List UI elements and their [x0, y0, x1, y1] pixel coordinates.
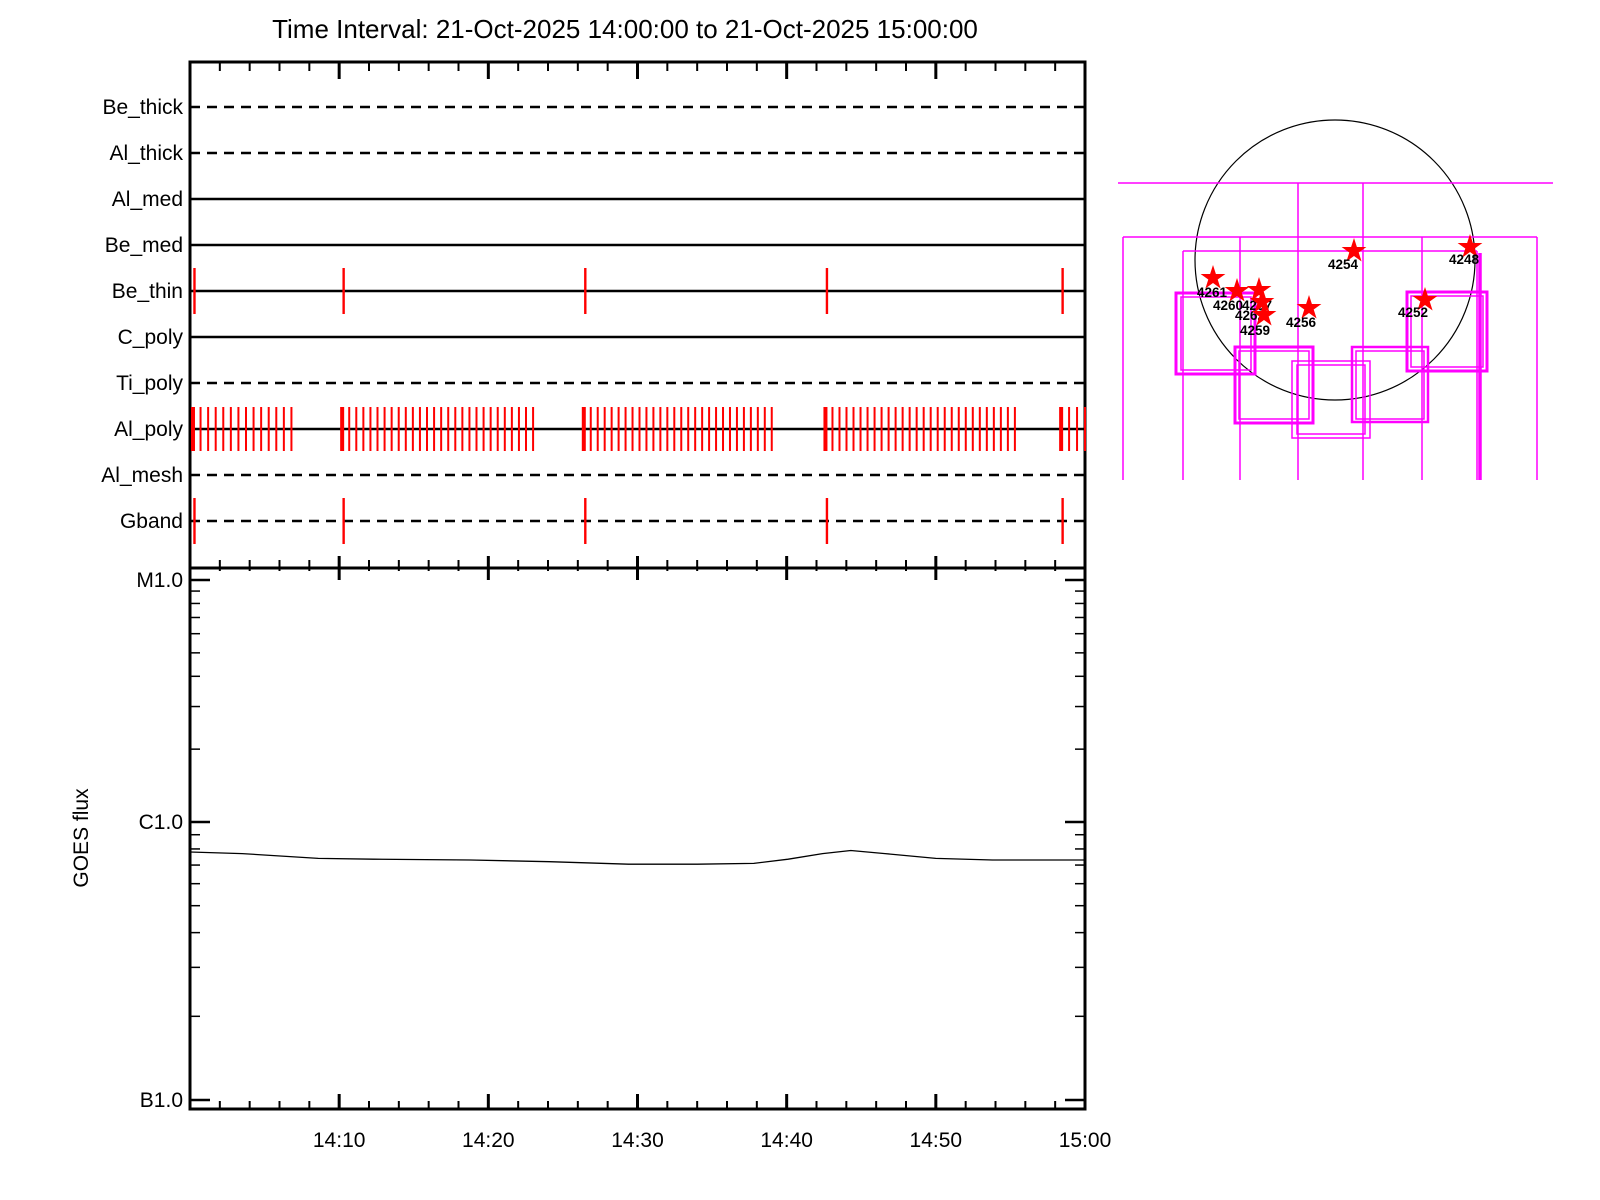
active-region-label: 4252: [1398, 305, 1428, 320]
active-region-4254: 4254: [1328, 238, 1366, 272]
filter-row-label: Gband: [120, 510, 183, 533]
filter-row-Be_thick: Be_thick: [102, 96, 1085, 119]
timeline-frame: [190, 62, 1085, 568]
goes-y-tick-label: M1.0: [136, 569, 183, 592]
goes-x-tick-label: 14:40: [760, 1129, 813, 1152]
timeline-panel: [190, 62, 1085, 568]
fov-box: [1407, 292, 1487, 371]
goes-y-tick-label: C1.0: [139, 811, 183, 834]
goes-x-tick-label: 14:50: [910, 1129, 963, 1152]
goes-x-tick-label: 15:00: [1059, 1129, 1112, 1152]
active-region-4256: 4256: [1286, 295, 1321, 330]
filter-row-Al_thick: Al_thick: [109, 142, 1085, 165]
active-region-4261: 4261: [1197, 265, 1228, 300]
active-region-label: 4248: [1449, 252, 1480, 267]
fov-box: [1235, 347, 1313, 423]
fov-overlay: [1118, 183, 1553, 480]
filter-row-label: C_poly: [118, 326, 184, 349]
filter-row-label: Be_thick: [102, 96, 183, 119]
goes-x-axis: 14:10 14:20 14:30 14:40 14:50 15:00: [220, 1094, 1111, 1152]
filter-row-Be_thin: Be_thin: [112, 268, 1085, 314]
filter-row-C_poly: C_poly: [118, 326, 1085, 349]
timeline-x-ticks: [220, 62, 1055, 580]
filter-row-label: Be_med: [105, 234, 183, 257]
goes-panel: [190, 568, 1085, 1109]
filter-row-Al_med: Al_med: [112, 188, 1085, 211]
filter-row-label: Al_med: [112, 188, 183, 211]
goes-y-tick-label: B1.0: [140, 1089, 183, 1112]
filter-row-label: Be_thin: [112, 280, 183, 303]
filter-row-Gband: Gband: [120, 498, 1085, 544]
active-region-label: 4259: [1240, 323, 1270, 338]
filter-row-Ti_poly: Ti_poly: [116, 372, 1085, 395]
filter-row-Al_poly: Al_poly: [114, 407, 1085, 451]
active-region-label: 4256: [1286, 315, 1317, 330]
xrt-observation-summary: Time Interval: 21-Oct-2025 14:00:00 to 2…: [0, 0, 1600, 1200]
filter-row-label: Al_thick: [109, 142, 183, 165]
goes-flux-curve: [190, 851, 1085, 865]
active-region-label: 4254: [1328, 257, 1359, 272]
goes-x-tick-label: 14:10: [313, 1129, 366, 1152]
goes-x-tick-label: 14:30: [611, 1129, 664, 1152]
filter-row-label: Ti_poly: [116, 372, 183, 395]
filter-row-Al_mesh: Al_mesh: [101, 464, 1085, 487]
plot-canvas: Be_thick Al_thick Al_med Be_med Be_thin C_pol…: [0, 0, 1600, 1200]
goes-y-axis: M1.0 C1.0 B1.0 GOES flux: [70, 569, 1085, 1112]
filter-row-Be_med: Be_med: [105, 234, 1085, 257]
filter-row-label: Al_mesh: [101, 464, 183, 487]
goes-x-tick-label: 14:20: [462, 1129, 515, 1152]
goes-y-axis-title: GOES flux: [70, 788, 93, 888]
filter-row-label: Al_poly: [114, 418, 183, 441]
goes-frame: [190, 568, 1085, 1109]
